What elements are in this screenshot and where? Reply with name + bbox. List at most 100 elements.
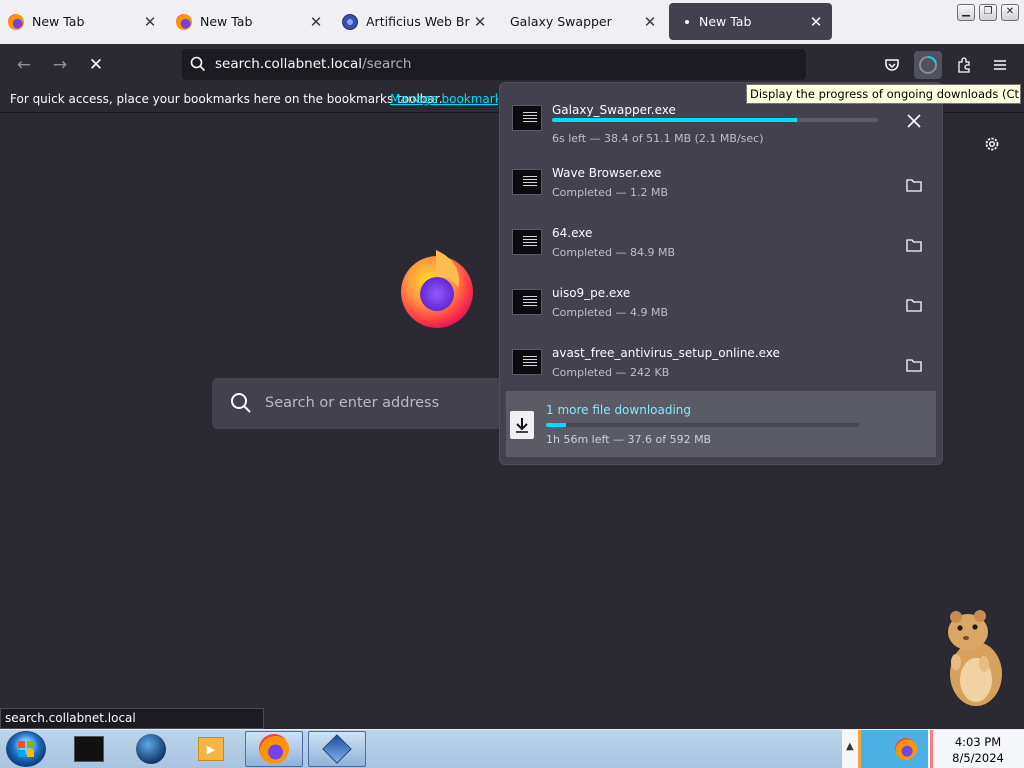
file-icon <box>512 105 542 131</box>
download-item[interactable]: Wave Browser.exe Completed — 1.2 MB <box>508 155 936 215</box>
tab-new-tab-active[interactable]: New Tab ✕ <box>669 3 832 40</box>
firefox-icon <box>259 734 289 764</box>
download-progress-bar <box>552 118 878 122</box>
folder-icon[interactable] <box>902 293 926 317</box>
newtab-search-box[interactable]: Search or enter address <box>212 378 512 429</box>
artificius-icon <box>342 13 358 30</box>
taskbar-terminal-app[interactable] <box>60 731 118 767</box>
stop-loading-icon[interactable]: ✕ <box>84 53 108 77</box>
taskbar-virtualbox-app[interactable] <box>308 731 366 767</box>
firefox-logo <box>401 250 473 328</box>
folder-icon[interactable] <box>902 353 926 377</box>
clock-time: 4:03 PM <box>954 735 1002 749</box>
minimize-icon[interactable]: ▁ <box>957 4 975 21</box>
downloads-tooltip: Display the progress of ongoing download… <box>746 84 1021 104</box>
download-status: Completed — 242 KB <box>552 366 670 379</box>
tab-new-tab-2[interactable]: New Tab ✕ <box>168 3 332 40</box>
globe-icon <box>136 734 166 764</box>
system-tray: ▲ 4:03 PM 8/5/2024 <box>842 730 1024 768</box>
download-name: Galaxy_Swapper.exe <box>552 103 676 117</box>
tab-galaxy-swapper[interactable]: Galaxy Swapper ✕ <box>500 3 666 40</box>
close-tab-icon[interactable]: ✕ <box>470 13 490 31</box>
forward-icon[interactable]: → <box>48 53 72 77</box>
menu-icon[interactable] <box>986 51 1014 79</box>
search-icon <box>190 56 206 72</box>
nav-toolbar: ← → ✕ search.collabnet.local/search <box>0 44 1024 86</box>
virtualbox-icon <box>322 734 352 764</box>
more-downloads-item[interactable]: 1 more file downloading 1h 56m left — 37… <box>506 391 936 457</box>
search-placeholder: Search or enter address <box>265 395 440 411</box>
dot-icon <box>685 19 689 24</box>
cancel-download-icon[interactable] <box>902 109 926 133</box>
file-icon <box>512 349 542 375</box>
folder-icon[interactable] <box>902 173 926 197</box>
folder-icon[interactable] <box>902 233 926 257</box>
start-button[interactable] <box>6 731 46 767</box>
settings-gear-icon[interactable] <box>982 134 1002 158</box>
tray-icons-group[interactable] <box>858 730 928 768</box>
url-host: search.collabnet.local <box>215 56 363 72</box>
download-name: uiso9_pe.exe <box>552 286 631 300</box>
firefox-icon <box>8 13 24 30</box>
more-downloads-title: 1 more file downloading <box>546 403 692 417</box>
tab-artificius[interactable]: Artificius Web Brows ✕ <box>334 3 496 40</box>
manage-bookmarks-link[interactable]: Manage bookmarks... <box>390 92 498 106</box>
file-icon <box>512 229 542 255</box>
bookmarks-message: For quick access, place your bookmarks h… <box>10 92 443 106</box>
progress-fill <box>552 118 797 122</box>
tab-label: Galaxy Swapper <box>510 14 612 29</box>
url-bar[interactable]: search.collabnet.local/search <box>182 49 806 80</box>
close-tab-icon[interactable]: ✕ <box>640 13 660 31</box>
tab-label: New Tab <box>699 14 752 29</box>
pocket-icon[interactable] <box>878 51 906 79</box>
close-tab-icon[interactable]: ✕ <box>140 13 160 31</box>
tab-label: Artificius Web Brows <box>366 14 470 29</box>
extensions-icon[interactable] <box>950 51 978 79</box>
status-bar: search.collabnet.local <box>0 708 264 729</box>
downloads-progress-icon[interactable] <box>914 51 942 79</box>
download-arrow-icon <box>510 411 534 439</box>
download-item[interactable]: uiso9_pe.exe Completed — 4.9 MB <box>508 275 936 335</box>
close-window-icon[interactable]: ✕ <box>1001 4 1019 21</box>
taskbar-media-app[interactable]: ▶ <box>182 731 240 767</box>
show-hidden-icons-icon[interactable]: ▲ <box>846 741 854 752</box>
close-tab-icon[interactable]: ✕ <box>806 13 826 31</box>
download-item[interactable]: avast_free_antivirus_setup_online.exe Co… <box>508 335 936 395</box>
tab-label: New Tab <box>200 14 253 29</box>
download-status: 6s left — 38.4 of 51.1 MB (2.1 MB/sec) <box>552 132 764 145</box>
download-name: Wave Browser.exe <box>552 166 662 180</box>
url-text: search.collabnet.local/search <box>215 56 411 72</box>
search-icon <box>231 393 251 413</box>
download-item[interactable]: 64.exe Completed — 84.9 MB <box>508 215 936 275</box>
progress-fill <box>546 423 567 427</box>
more-progress-bar <box>546 423 859 427</box>
file-icon <box>512 169 542 195</box>
terminal-icon <box>74 736 104 762</box>
tab-strip: New Tab ✕ New Tab ✕ Artificius Web Brows… <box>0 0 1024 44</box>
close-tab-icon[interactable]: ✕ <box>306 13 326 31</box>
download-status: Completed — 1.2 MB <box>552 186 669 199</box>
clock-date: 8/5/2024 <box>952 751 1004 765</box>
downloads-panel: Galaxy_Swapper.exe 6s left — 38.4 of 51.… <box>499 82 943 465</box>
url-path: /search <box>362 56 412 72</box>
download-status: Completed — 84.9 MB <box>552 246 676 259</box>
hamster-pet-image <box>948 610 1002 706</box>
windows-taskbar: ▶ ▲ 4:03 PM 8/5/2024 <box>0 729 1024 768</box>
taskbar-globe-app[interactable] <box>122 731 180 767</box>
firefox-tray-icon <box>895 738 917 760</box>
restore-icon[interactable]: ❐ <box>979 4 997 21</box>
back-icon[interactable]: ← <box>12 53 36 77</box>
system-clock[interactable]: 4:03 PM 8/5/2024 <box>942 734 1014 766</box>
taskbar-firefox-app[interactable] <box>245 731 303 767</box>
tab-label: New Tab <box>32 14 85 29</box>
firefox-icon <box>176 13 192 30</box>
media-player-icon: ▶ <box>198 737 224 761</box>
file-icon <box>512 289 542 315</box>
download-name: 64.exe <box>552 226 593 240</box>
windows-logo-icon <box>18 741 34 757</box>
more-downloads-status: 1h 56m left — 37.6 of 592 MB <box>546 433 712 446</box>
tab-new-tab-1[interactable]: New Tab ✕ <box>0 3 166 40</box>
download-name: avast_free_antivirus_setup_online.exe <box>552 346 780 360</box>
download-status: Completed — 4.9 MB <box>552 306 669 319</box>
tray-divider <box>930 730 933 768</box>
